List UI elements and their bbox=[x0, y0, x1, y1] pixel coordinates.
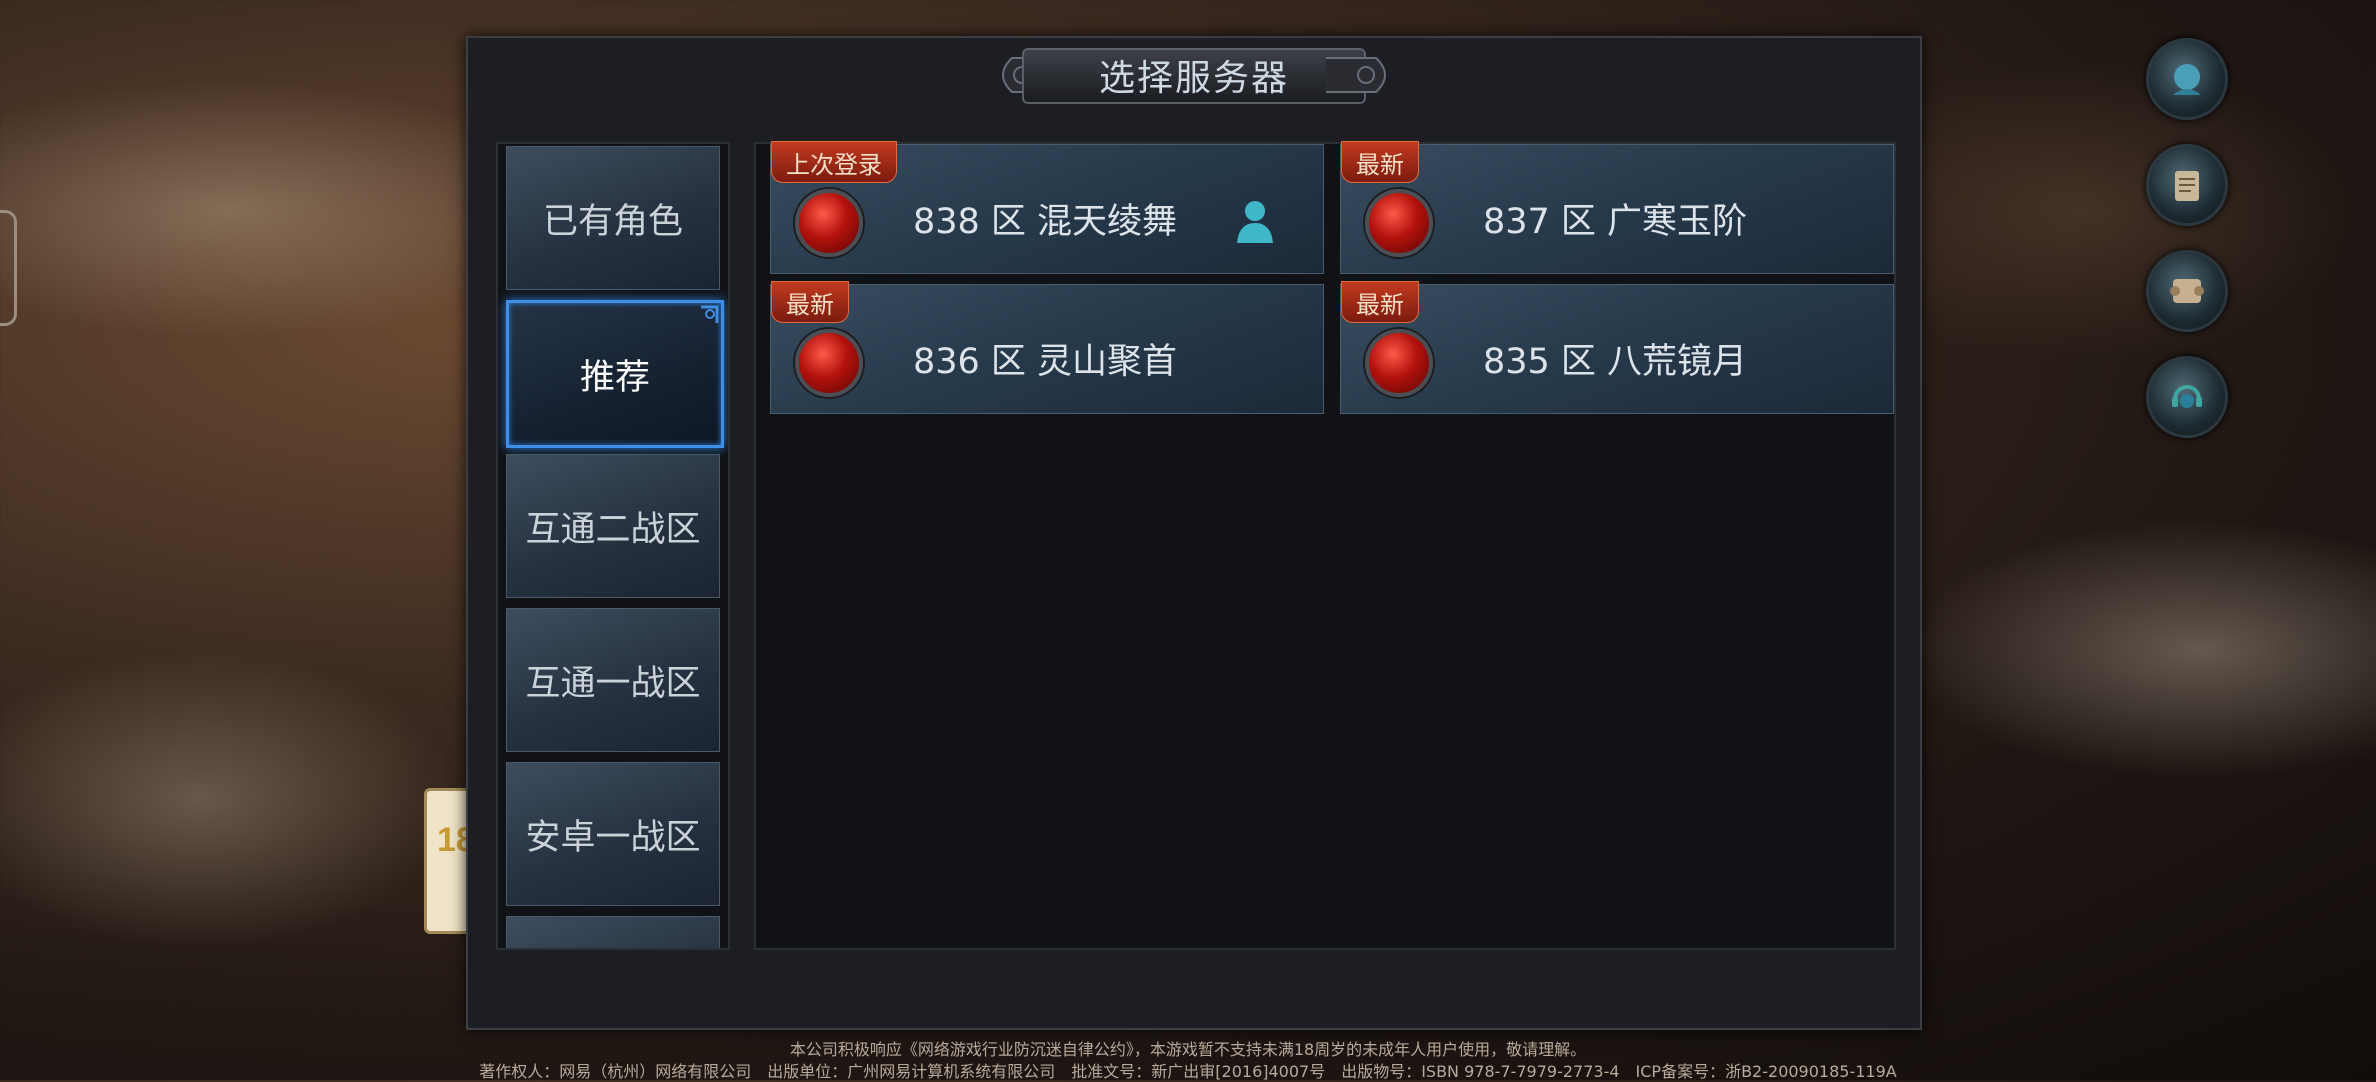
existing-role-icon bbox=[1237, 201, 1273, 243]
dialog-title-plate: 选择服务器 bbox=[992, 40, 1396, 110]
tab-label: 安卓一战区 bbox=[525, 817, 701, 858]
corner-ornament-icon bbox=[701, 305, 719, 323]
background-cloud bbox=[0, 650, 460, 950]
server-status-icon bbox=[795, 189, 863, 257]
tab-label: 已有角色 bbox=[542, 201, 683, 242]
tab-label: 互通一战区 bbox=[525, 663, 701, 704]
background-cloud bbox=[1900, 520, 2376, 780]
server-status-icon bbox=[1365, 189, 1433, 257]
tab-cross-zone-2[interactable]: 互通二战区 bbox=[506, 454, 720, 598]
tab-android-zone-1[interactable]: 安卓一战区 bbox=[506, 762, 720, 906]
server-list[interactable]: 上次登录 838 区 混天绫舞 最新 837 区 广寒玉阶 最新 836 区 灵… bbox=[754, 141, 1896, 950]
dialog-title: 选择服务器 bbox=[1098, 58, 1289, 99]
server-status-icon bbox=[1365, 329, 1433, 397]
back-hex-button[interactable] bbox=[0, 210, 17, 326]
server-card-837[interactable]: 最新 837 区 广寒玉阶 bbox=[1340, 141, 1894, 274]
newest-badge: 最新 bbox=[771, 281, 849, 323]
server-status-icon bbox=[795, 329, 863, 397]
last-login-badge: 上次登录 bbox=[771, 141, 897, 183]
copyright-notice: 著作权人：网易（杭州）网络有限公司 出版单位：广州网易计算机系统有限公司 批准文… bbox=[479, 1062, 1897, 1081]
anti-addiction-notice: 本公司积极响应《网络游戏行业防沉迷自律公约》，本游戏暂不支持未满18周岁的未成年… bbox=[789, 1040, 1587, 1059]
newest-badge: 最新 bbox=[1341, 141, 1419, 183]
server-card-838[interactable]: 上次登录 838 区 混天绫舞 bbox=[770, 141, 1324, 274]
tab-recommended[interactable]: 推荐 bbox=[506, 300, 724, 448]
server-card-835[interactable]: 最新 835 区 八荒镜月 bbox=[1340, 281, 1894, 414]
server-name: 835 区 八荒镜月 bbox=[1483, 342, 1748, 382]
customer-service-icon[interactable] bbox=[2146, 356, 2228, 438]
tab-existing-roles[interactable]: 已有角色 bbox=[506, 146, 720, 290]
notice-scroll-icon[interactable] bbox=[2146, 144, 2228, 226]
tab-label: 互通二战区 bbox=[525, 509, 701, 550]
ornament-icon bbox=[1326, 57, 1386, 93]
server-card-836[interactable]: 最新 836 区 灵山聚首 bbox=[770, 281, 1324, 414]
server-select-dialog: 选择服务器 已有角色 推荐 互通二战区 互通一战区 安卓一战区 上次登录 838… bbox=[466, 36, 1922, 1030]
account-icon[interactable] bbox=[2146, 38, 2228, 120]
server-name: 837 区 广寒玉阶 bbox=[1483, 202, 1748, 242]
tab-more[interactable] bbox=[506, 916, 720, 948]
server-name: 838 区 混天绫舞 bbox=[913, 202, 1178, 242]
newest-badge: 最新 bbox=[1341, 281, 1419, 323]
server-name: 836 区 灵山聚首 bbox=[913, 342, 1178, 382]
server-category-list[interactable]: 已有角色 推荐 互通二战区 互通一战区 安卓一战区 bbox=[496, 142, 730, 950]
scroll-icon[interactable] bbox=[2146, 250, 2228, 332]
tab-label: 推荐 bbox=[579, 357, 650, 398]
tab-cross-zone-1[interactable]: 互通一战区 bbox=[506, 608, 720, 752]
